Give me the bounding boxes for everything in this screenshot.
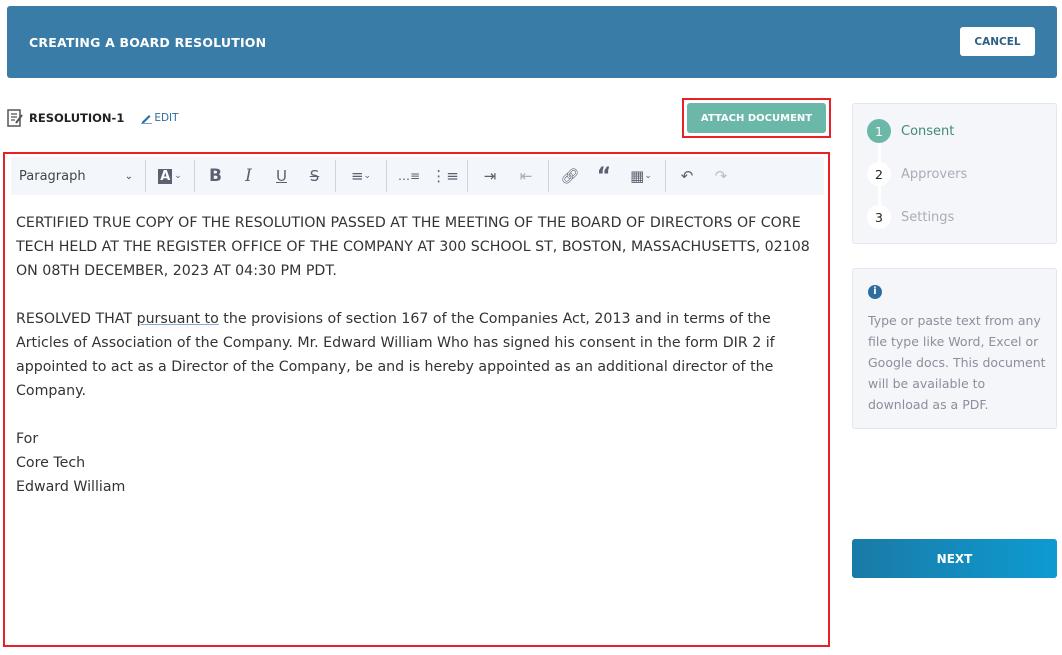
step-number: 3 xyxy=(867,205,891,229)
italic-icon[interactable]: I xyxy=(232,157,265,195)
indent-icon[interactable]: ⇥ xyxy=(472,157,508,195)
divider xyxy=(548,160,549,192)
header: CREATING A BOARD RESOLUTION CANCEL xyxy=(7,6,1057,78)
editor: Paragraph ⌄ A ⌄ B I U S ≡ ⌄ …≡ ⋮≡ ⇥ ⇤ 🔗︎ “ … xyxy=(3,152,830,647)
divider xyxy=(194,160,195,192)
undo-icon[interactable]: ↶ xyxy=(670,157,704,195)
divider xyxy=(467,160,468,192)
stepper: 1 Consent 2 Approvers 3 Settings xyxy=(852,103,1057,244)
attach-document-button[interactable]: ATTACH DOCUMENT xyxy=(687,103,826,133)
strikethrough-icon[interactable]: S xyxy=(298,157,331,195)
blockquote-icon[interactable]: “ xyxy=(587,157,621,195)
text-color-button[interactable]: A ⌄ xyxy=(150,157,190,195)
step-number: 1 xyxy=(867,119,891,143)
chevron-down-icon: ⌄ xyxy=(174,171,182,181)
underline-icon[interactable]: U xyxy=(265,157,298,195)
info-icon: i xyxy=(868,285,882,299)
step-label: Approvers xyxy=(901,166,968,182)
edit-label: EDIT xyxy=(154,112,179,124)
editor-content[interactable]: CERTIFIED TRUE COPY OF THE RESOLUTION PA… xyxy=(16,211,816,499)
step-label: Settings xyxy=(901,209,955,225)
step-consent[interactable]: 1 Consent xyxy=(867,119,954,143)
table-icon[interactable]: ▦ ⌄ xyxy=(621,157,661,195)
spellcheck-text: pursuant to xyxy=(136,311,219,327)
bulleted-list-icon[interactable]: ⋮≡ xyxy=(427,157,463,195)
divider xyxy=(665,160,666,192)
step-approvers[interactable]: 2 Approvers xyxy=(867,162,967,186)
divider xyxy=(386,160,387,192)
outdent-icon[interactable]: ⇤ xyxy=(508,157,544,195)
document-name-row: RESOLUTION-1 EDIT xyxy=(7,109,179,127)
chevron-down-icon: ⌄ xyxy=(124,170,133,182)
attach-highlight: ATTACH DOCUMENT xyxy=(682,98,831,138)
document-icon xyxy=(7,109,23,127)
info-panel: i Type or paste text from any file type … xyxy=(852,268,1057,429)
next-button[interactable]: NEXT xyxy=(852,539,1057,578)
align-icon[interactable]: ≡ ⌄ xyxy=(340,157,382,195)
bold-icon[interactable]: B xyxy=(199,157,232,195)
heading-paragraph: CERTIFIED TRUE COPY OF THE RESOLUTION PA… xyxy=(16,215,810,279)
editor-toolbar: Paragraph ⌄ A ⌄ B I U S ≡ ⌄ …≡ ⋮≡ ⇥ ⇤ 🔗︎ “ … xyxy=(11,157,824,195)
text-color-icon: A xyxy=(158,168,173,184)
signature-company: Core Tech xyxy=(16,455,86,471)
document-name: RESOLUTION-1 xyxy=(29,111,125,125)
cancel-button[interactable]: CANCEL xyxy=(960,27,1035,56)
page-title: CREATING A BOARD RESOLUTION xyxy=(29,35,267,50)
info-text: Type or paste text from any file type li… xyxy=(868,313,1046,412)
resolution-paragraph: RESOLVED THAT pursuant to the provisions… xyxy=(16,307,816,403)
block-format-dropdown[interactable]: Paragraph ⌄ xyxy=(11,157,141,195)
block-format-value: Paragraph xyxy=(19,168,86,184)
step-settings[interactable]: 3 Settings xyxy=(867,205,954,229)
divider xyxy=(335,160,336,192)
step-label: Consent xyxy=(901,123,955,139)
signature-name: Edward William xyxy=(16,479,126,495)
link-icon[interactable]: 🔗︎ xyxy=(553,157,587,195)
signature-for: For xyxy=(16,431,39,447)
text: RESOLVED THAT xyxy=(16,311,137,327)
numbered-list-icon[interactable]: …≡ xyxy=(391,157,427,195)
redo-icon[interactable]: ↷ xyxy=(704,157,738,195)
divider xyxy=(145,160,146,192)
step-number: 2 xyxy=(867,162,891,186)
pencil-icon xyxy=(141,115,153,124)
edit-link[interactable]: EDIT xyxy=(140,112,179,124)
